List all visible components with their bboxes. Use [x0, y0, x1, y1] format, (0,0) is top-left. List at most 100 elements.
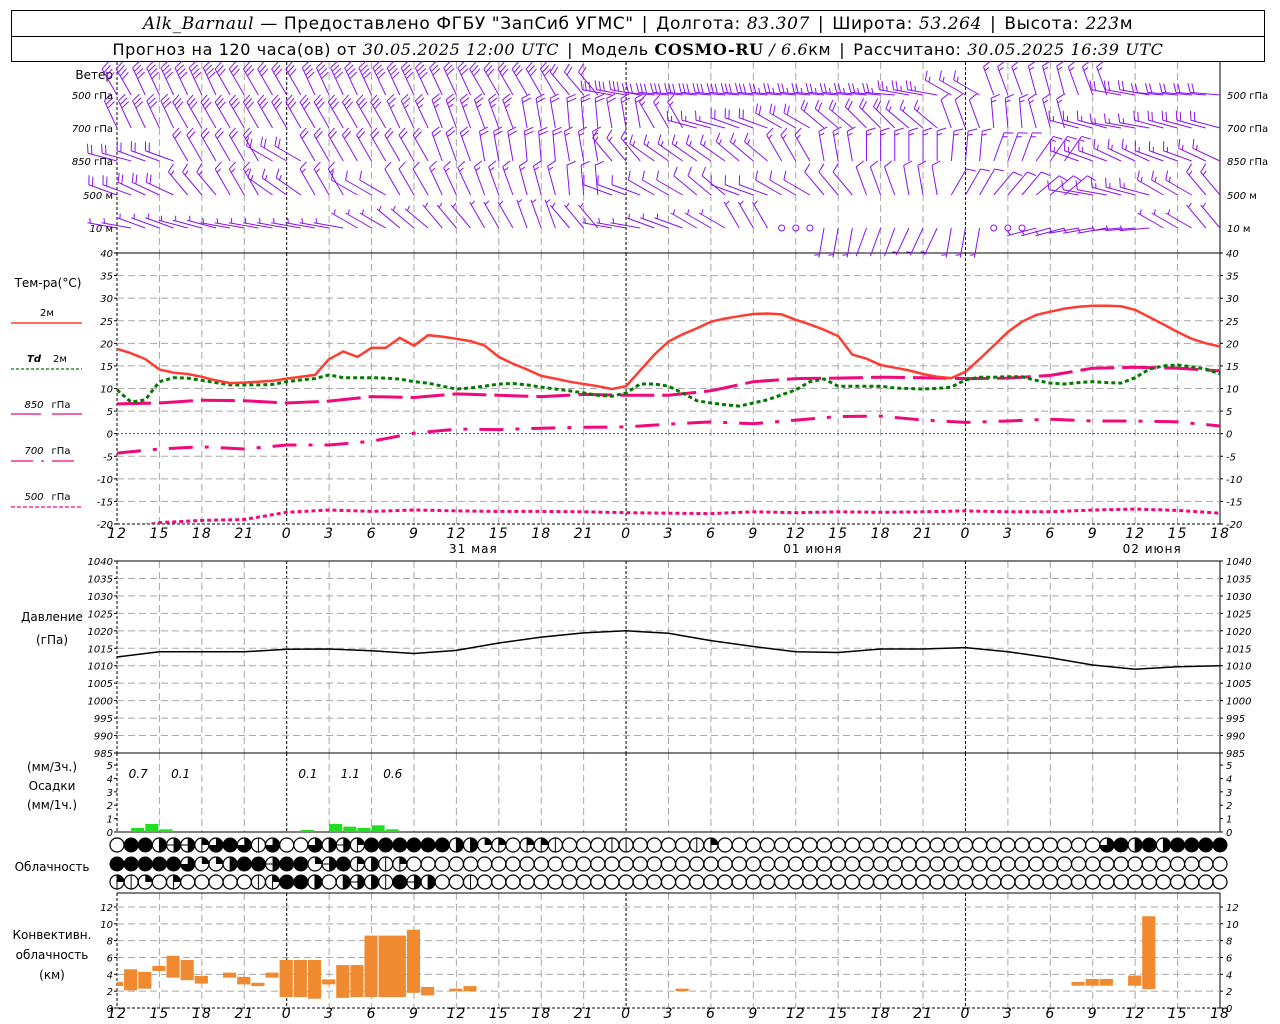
- cloud-cover-symbol: [151, 856, 167, 872]
- cloud-circle-icon: [1212, 856, 1228, 872]
- wind-barb: [885, 99, 910, 129]
- wind-barb: [869, 160, 882, 196]
- cloud-circle-icon: [802, 837, 818, 853]
- wind-barb-half-feather: [564, 132, 570, 136]
- wind-barb: [924, 70, 952, 96]
- x-tick-label: 12: [1125, 1006, 1145, 1022]
- date-label: 02 июня: [1123, 542, 1182, 556]
- cloud-circle-icon: [957, 837, 974, 853]
- cloud-cover-symbol: [378, 837, 394, 853]
- cloud-cover-symbol: [943, 856, 959, 872]
- wind-barb-shaft: [953, 79, 980, 96]
- wind-barb-shaft: [657, 143, 683, 162]
- wind-level-number: 10: [90, 224, 103, 235]
- wind-barb-shaft: [507, 131, 514, 162]
- wind-barb: [892, 227, 910, 256]
- wind-level-label: 500 гПа: [72, 91, 113, 102]
- wind-barb-feather: [881, 81, 884, 91]
- y-tick-label-left: 1035: [88, 574, 113, 585]
- wind-barb-shaft: [1093, 147, 1122, 162]
- cloud-cover-symbol: [1099, 856, 1115, 872]
- cloud-cover-symbol: [830, 874, 846, 890]
- wind-barb-shaft: [744, 141, 768, 162]
- cloud-cover-symbol: [250, 837, 267, 853]
- cloud-cover-symbol: [1198, 856, 1214, 872]
- wind-barb-feather: [260, 136, 264, 147]
- x-tick-label: 9: [409, 1006, 419, 1022]
- wind-barb-shaft: [172, 101, 189, 129]
- cloud-cover-symbol: [632, 874, 648, 890]
- wind-barb-shaft: [469, 201, 486, 229]
- wind-barb-shaft: [331, 212, 358, 229]
- cloud-circle-icon: [858, 837, 875, 853]
- wind-barb-shaft: [1151, 212, 1178, 229]
- cloud-full-icon: [1113, 837, 1129, 853]
- wind-barb-feather: [873, 98, 879, 108]
- wind-barb-half-feather: [1108, 118, 1111, 124]
- wind-barb: [493, 126, 503, 162]
- cloud-circle-icon: [1042, 856, 1058, 872]
- wind-barb: [359, 209, 386, 229]
- convective-cloud-bar: [322, 979, 336, 985]
- x-tick-label: 12: [1125, 526, 1145, 542]
- wind-barb-feather: [1133, 110, 1135, 121]
- x-tick-label: 15: [1168, 1006, 1188, 1022]
- cloud-quarter-fill: [357, 838, 365, 845]
- wind-barb-feather: [507, 126, 517, 132]
- wind-barb-feather: [580, 80, 583, 90]
- wind-barb-feather: [1187, 83, 1191, 93]
- wind-barb-shaft: [724, 184, 754, 196]
- wind-barb-feather: [1005, 93, 1015, 99]
- wind-barb-shaft: [214, 68, 231, 96]
- cloud-circle-icon: [972, 856, 988, 872]
- cloud-cover-symbol: [632, 856, 648, 872]
- wind-barb-shaft: [547, 165, 556, 196]
- cloud-circle-icon: [505, 837, 521, 853]
- x-tick-label: 6: [706, 1006, 716, 1022]
- wind-barb-shaft: [242, 101, 259, 129]
- wind-barb: [327, 161, 344, 196]
- cloud-cover-symbol: [929, 874, 945, 890]
- wind-barb: [271, 61, 288, 96]
- cloud-cover-symbol: [491, 837, 507, 853]
- wind-barb-shaft: [214, 101, 231, 129]
- wind-barb: [478, 126, 489, 162]
- wind-barb-half-feather: [1181, 144, 1184, 151]
- cloud-circle-icon: [774, 856, 790, 872]
- wind-barb-feather: [474, 93, 483, 101]
- x-tick-label: 3: [664, 1006, 674, 1022]
- cloud-cover-symbol: [1042, 874, 1058, 890]
- wind-barb: [549, 93, 560, 129]
- wind-barb-half-feather: [1083, 67, 1089, 71]
- wind-barb: [172, 215, 202, 229]
- cloud-circle-icon: [576, 874, 592, 890]
- wind-barb-shaft: [538, 131, 542, 162]
- wind-barb-feather: [983, 60, 992, 68]
- wind-barb-feather: [566, 93, 576, 99]
- wind-barb: [483, 61, 500, 96]
- cloud-circle-icon: [1113, 856, 1129, 872]
- wind-barb-feather: [479, 126, 489, 132]
- wind-barb-half-feather: [452, 202, 457, 208]
- wind-barb-shaft: [398, 168, 415, 196]
- wind-barb-feather: [657, 134, 662, 144]
- cloud-circle-icon: [915, 856, 931, 872]
- wind-barb-feather: [953, 70, 957, 81]
- y-tick-label-left: 6: [107, 953, 113, 964]
- cloud-full-icon: [392, 874, 408, 890]
- wind-barb: [228, 94, 245, 129]
- wind-barb-feather: [1096, 60, 1105, 68]
- wind-level-number: 700: [72, 124, 91, 135]
- x-tick-label: 3: [324, 526, 334, 542]
- meteogram: Ветер Тем-ра(°С) 2м Td 2м 850 гПа 700 гП…: [11, 60, 1268, 1022]
- wind-barb: [488, 93, 500, 129]
- wind-barb-feather: [535, 93, 545, 99]
- wind-barb: [1082, 60, 1094, 96]
- wind-barb-half-feather: [578, 132, 585, 136]
- wind-barb-feather: [1076, 110, 1079, 121]
- y-tick-label-left: 5: [107, 407, 113, 418]
- wind-barb: [783, 170, 811, 196]
- cloud-quarter-fill: [201, 857, 209, 864]
- wind-barb-feather: [475, 97, 484, 104]
- wind-barb-feather: [642, 170, 645, 181]
